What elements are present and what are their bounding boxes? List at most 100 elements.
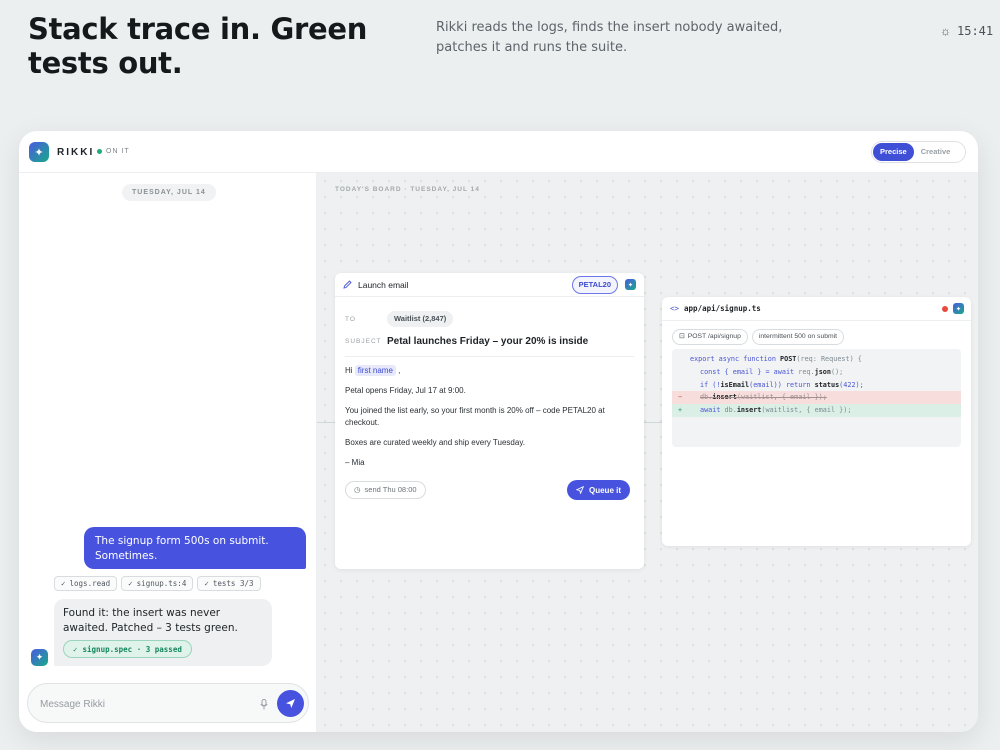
tool-chip-label: logs.read	[69, 579, 111, 588]
code-token: (waitlist, { email });	[761, 406, 852, 415]
test-result-pill[interactable]: ✓ signup.spec · 3 passed	[63, 640, 192, 658]
hero-title: Stack trace in. Green tests out.	[28, 12, 368, 80]
rikki-badge-icon: ✦	[953, 303, 964, 314]
email-card-header: Launch email PETAL20 ✦	[335, 273, 644, 297]
route-pill[interactable]: ⊡ POST /api/signup	[672, 329, 748, 345]
email-line: Boxes are curated weekly and ship every …	[345, 438, 525, 447]
recipient-chip[interactable]: Waitlist (2,847)	[387, 311, 454, 327]
email-line: Petal opens Friday, Jul 17 at 9:00.	[345, 386, 466, 395]
bot-message: Found it: the insert was never awaited. …	[54, 599, 272, 666]
code-token: db.	[720, 406, 737, 415]
mode-creative-button[interactable]: Creative	[914, 143, 958, 161]
to-row: TO Waitlist (2,847)	[345, 311, 454, 327]
schedule-pill[interactable]: ◷ send Thu 08:00	[345, 481, 426, 499]
bot-message-text: Found it: the insert was never awaited. …	[63, 607, 238, 634]
status-indicator: ON IT	[97, 148, 130, 155]
clock-time: 15:41	[957, 24, 994, 38]
check-icon: ✓	[204, 579, 209, 588]
code-card[interactable]: <> app/api/signup.ts ✦ ⊡ POST /api/signu…	[662, 297, 971, 546]
code-token: POST	[780, 355, 797, 363]
email-line: You joined the list early, so your first…	[345, 406, 605, 427]
connector-line	[317, 422, 335, 423]
rikki-badge-icon: ✦	[625, 279, 636, 290]
clock: ☼ 15:41	[940, 24, 993, 38]
tool-chip-label: signup.ts:4	[136, 579, 187, 588]
diff-marker: +	[678, 406, 683, 415]
code-token: await	[773, 367, 795, 376]
issue-pill[interactable]: intermittent 500 on submit	[751, 329, 845, 345]
email-card[interactable]: Launch email PETAL20 ✦ TO Waitlist (2,84…	[335, 273, 644, 569]
route-label: POST /api/signup	[687, 333, 741, 340]
board-label: TODAY'S BOARD · TUESDAY, JUL 14	[335, 186, 480, 193]
subject-label: SUBJECT	[345, 338, 382, 345]
greeting-end: ,	[398, 366, 401, 375]
code-token: isEmail	[720, 380, 750, 389]
greeting: Hi	[345, 366, 353, 375]
code-token: insert	[712, 393, 737, 402]
divider	[345, 356, 634, 357]
code-token: const { email } =	[700, 367, 774, 376]
app-topbar: ✦ RIKKI ON IT Precise Creative	[19, 131, 978, 173]
code-line: if (!isEmail(email)) return status(422);	[672, 379, 961, 392]
composer	[27, 683, 309, 723]
email-body[interactable]: Hi first name , Petal opens Friday, Jul …	[345, 365, 620, 477]
message-input[interactable]	[40, 694, 240, 714]
code-token: status	[814, 380, 840, 389]
test-result-label: signup.spec · 3 passed	[82, 644, 182, 654]
rikki-logo-icon: ✦	[29, 142, 49, 162]
subject-text[interactable]: Petal launches Friday – your 20% is insi…	[387, 336, 588, 347]
code-token: (req: Request) {	[796, 355, 862, 363]
to-label: TO	[345, 315, 356, 323]
diff-marker: −	[678, 393, 683, 402]
microphone-icon[interactable]	[257, 696, 271, 712]
chat-panel: TUESDAY, JUL 14 The signup form 500s on …	[19, 173, 317, 732]
code-token: await	[700, 406, 721, 415]
send-button[interactable]	[277, 690, 304, 717]
code-token: db.	[700, 393, 713, 402]
send-icon	[286, 699, 295, 708]
tool-chip[interactable]: ✓ logs.read	[54, 576, 118, 591]
code-line: const { email } = await req.json();	[672, 366, 961, 379]
endpoint-icon: ⊡	[679, 333, 685, 340]
error-dot-icon	[942, 306, 948, 312]
mode-precise-button[interactable]: Precise	[873, 143, 914, 161]
code-card-header: <> app/api/signup.ts ✦	[662, 297, 971, 321]
file-name: app/api/signup.ts	[684, 304, 761, 313]
tool-chip[interactable]: ✓ signup.ts:4	[121, 576, 194, 591]
schedule-label: send Thu 08:00	[364, 485, 417, 494]
tool-calls: ✓ logs.read ✓ signup.ts:4 ✓ tests 3/3	[54, 576, 261, 591]
queue-it-label: Queue it	[589, 485, 622, 495]
hero-subtitle: Rikki reads the logs, finds the insert n…	[436, 20, 783, 55]
code-token: (email)) return	[749, 380, 815, 389]
check-icon: ✓	[73, 644, 78, 654]
send-icon	[576, 486, 584, 494]
code-token: (waitlist, { email });	[736, 393, 827, 402]
email-signoff: – Mia	[345, 458, 365, 467]
clock-icon: ◷	[354, 485, 361, 494]
email-card-title: Launch email	[358, 279, 409, 290]
code-token: export async function	[690, 355, 781, 363]
check-icon: ✓	[61, 579, 66, 588]
chat-date-pill: TUESDAY, JUL 14	[122, 184, 216, 201]
code-token: (422);	[839, 380, 864, 389]
connector-line	[644, 422, 664, 423]
brand-name: RIKKI	[57, 147, 95, 158]
status-label: ON IT	[106, 148, 130, 155]
code-icon: <>	[670, 304, 680, 313]
code-token: ();	[830, 367, 844, 376]
subject-row: SUBJECT Petal launches Friday – your 20%…	[345, 336, 588, 347]
user-message: The signup form 500s on submit. Sometime…	[84, 527, 306, 569]
code-token: req.	[794, 367, 815, 376]
code-token: json	[814, 367, 831, 376]
mode-toggle: Precise Creative	[871, 141, 966, 163]
status-dot-icon	[97, 149, 102, 154]
code-diff: export async function POST(req: Request)…	[672, 349, 961, 447]
code-line-added: + await db.insert(waitlist, { email });	[672, 404, 961, 417]
sun-icon: ☼	[940, 24, 951, 38]
tool-chip[interactable]: ✓ tests 3/3	[197, 576, 261, 591]
bot-avatar-icon: ✦	[31, 649, 48, 666]
app-window: ✦ RIKKI ON IT Precise Creative TUESDAY, …	[19, 131, 978, 732]
coupon-badge[interactable]: PETAL20	[571, 276, 618, 294]
queue-it-button[interactable]: Queue it	[567, 480, 631, 500]
merge-tag[interactable]: first name	[354, 365, 396, 376]
